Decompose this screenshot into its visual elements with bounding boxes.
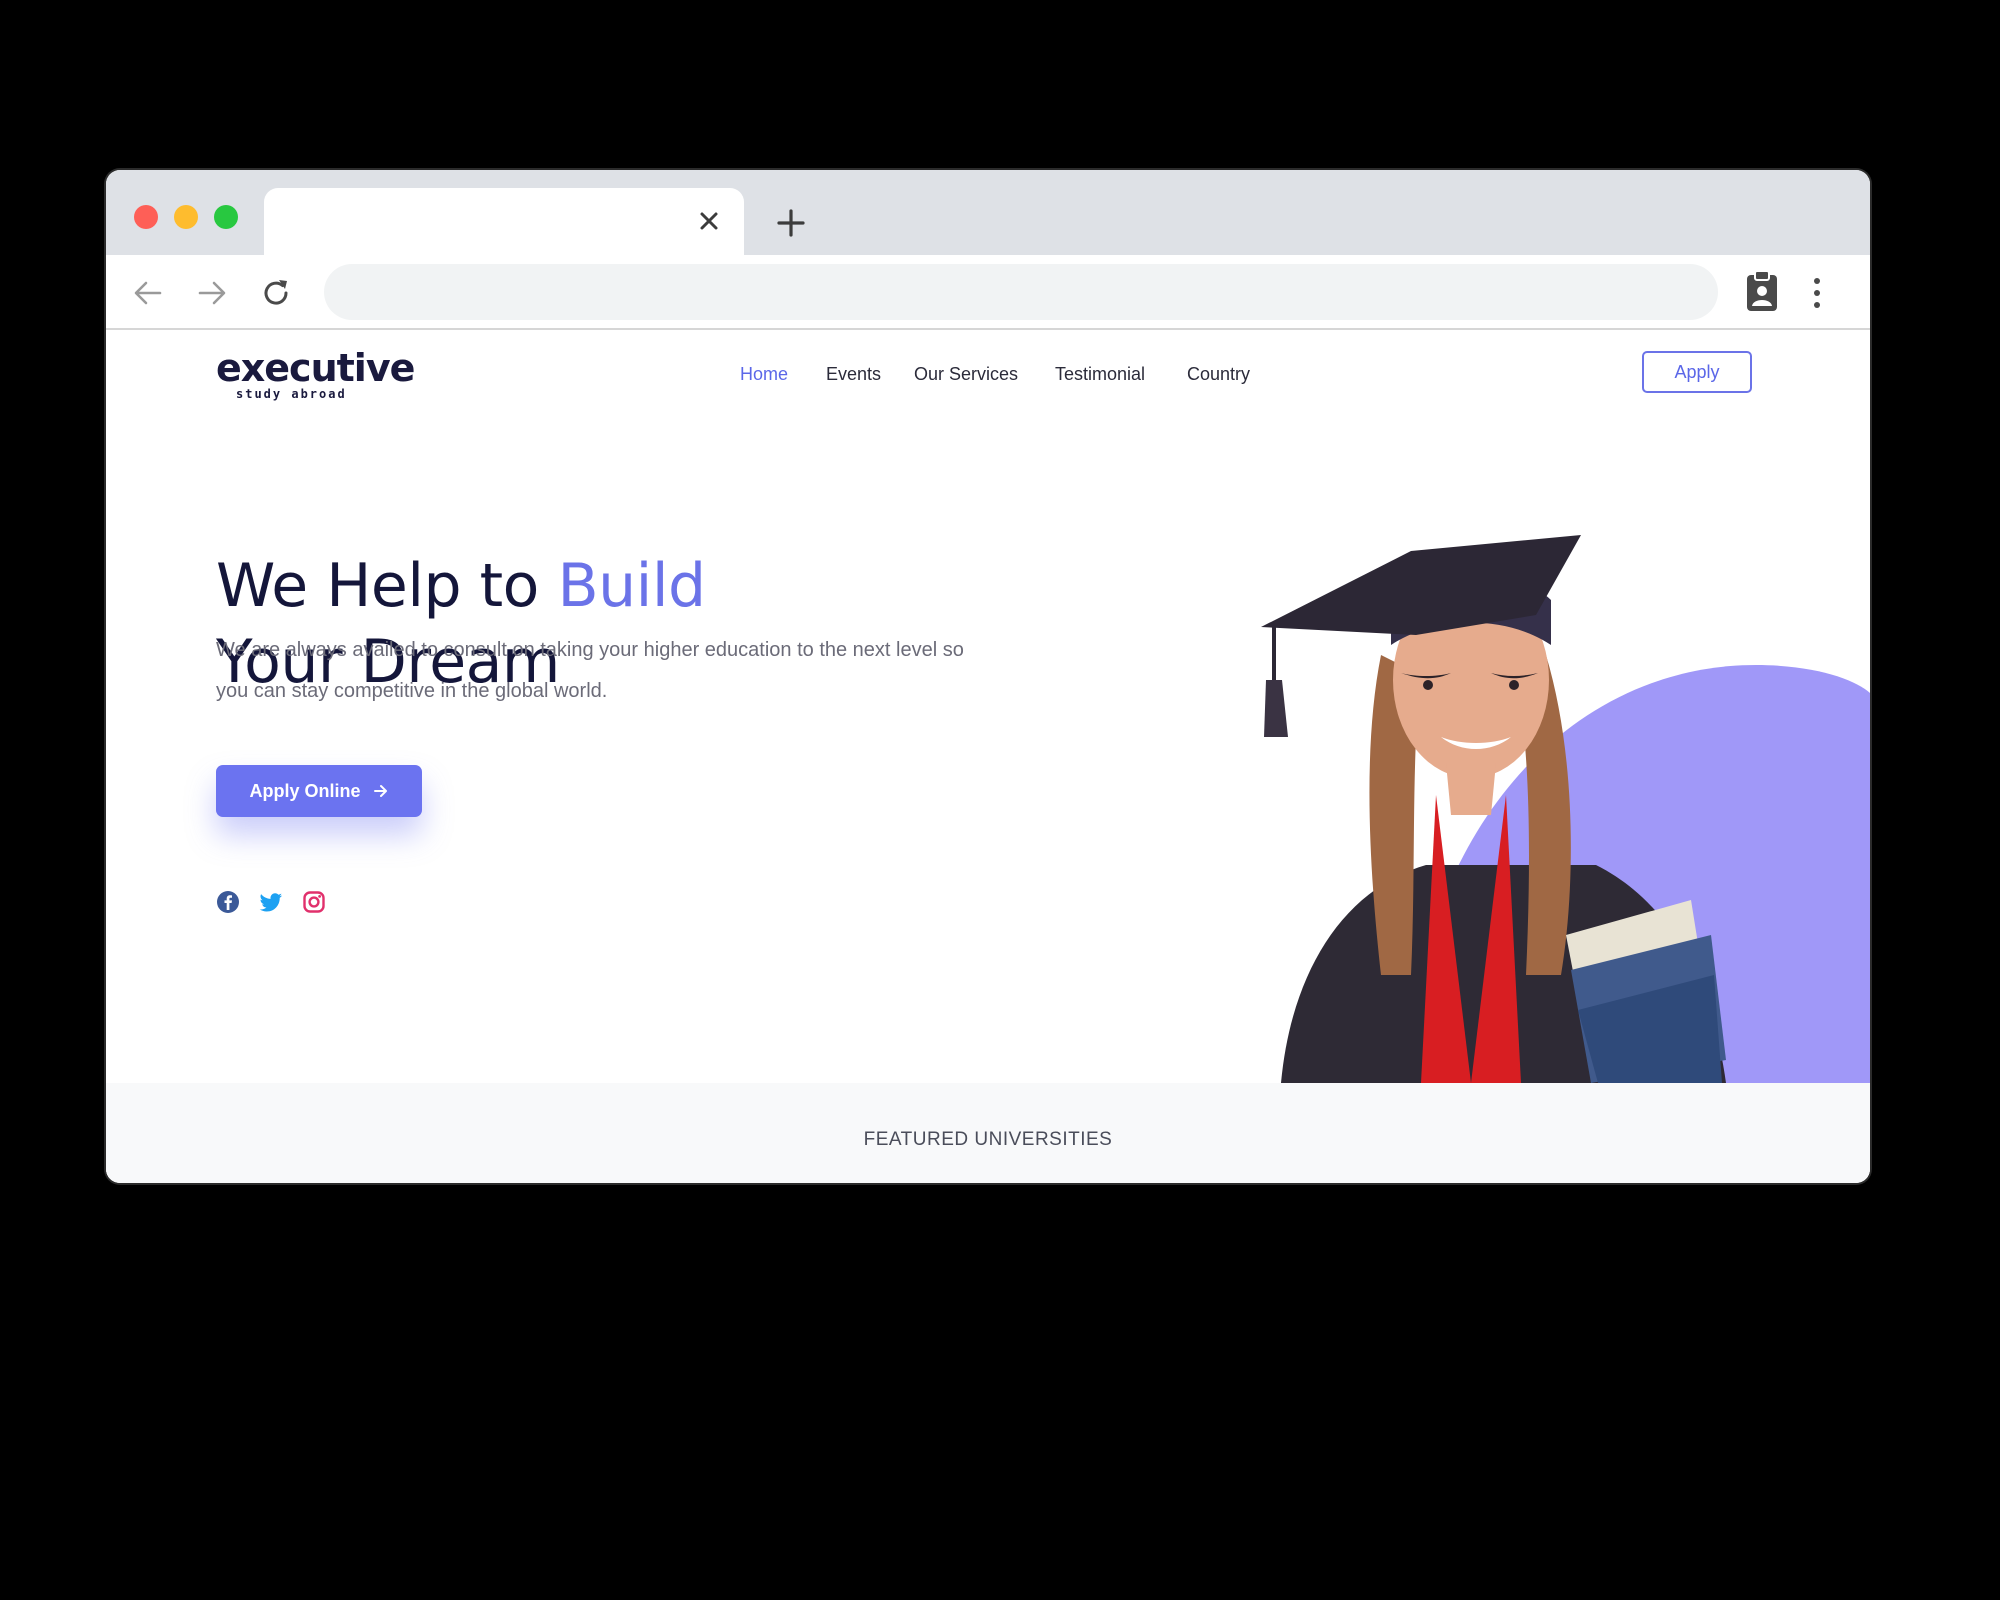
nav-home[interactable]: Home: [740, 364, 788, 385]
facebook-icon[interactable]: [216, 890, 240, 914]
reload-icon[interactable]: [258, 275, 294, 311]
back-arrow-icon[interactable]: [130, 275, 166, 311]
maximize-window-button[interactable]: [214, 205, 238, 229]
hero-title-accent: Build: [557, 551, 706, 621]
webpage: executive study abroad Home Events Our S…: [106, 330, 1870, 1183]
hero-title-part1: We Help to: [216, 551, 558, 621]
minimize-window-button[interactable]: [174, 205, 198, 229]
close-window-button[interactable]: [134, 205, 158, 229]
close-icon[interactable]: [694, 206, 724, 236]
apply-online-label: Apply Online: [249, 780, 361, 801]
site-logo[interactable]: executive study abroad: [216, 346, 415, 400]
apply-button[interactable]: Apply: [1642, 351, 1752, 393]
address-bar[interactable]: [324, 264, 1718, 320]
featured-universities-section: FEATURED UNIVERSITIES: [106, 1083, 1870, 1183]
graduate-student-image: [1261, 535, 1870, 1083]
nav-events[interactable]: Events: [826, 364, 881, 385]
browser-window: executive study abroad Home Events Our S…: [106, 170, 1870, 1183]
instagram-icon[interactable]: [302, 890, 326, 914]
forward-arrow-icon[interactable]: [194, 275, 230, 311]
more-vert-icon[interactable]: [1810, 275, 1824, 311]
nav-testimonial[interactable]: Testimonial: [1055, 364, 1145, 385]
apply-online-button[interactable]: Apply Online: [216, 765, 422, 817]
logo-wordmark: executive: [216, 346, 415, 390]
arrow-right-icon: [373, 785, 387, 797]
featured-universities-title: FEATURED UNIVERSITIES: [863, 1129, 1113, 1150]
browser-toolbar: [106, 255, 1870, 330]
nav-our-services[interactable]: Our Services: [914, 364, 1018, 385]
hero-description: We are always availed to consult on taki…: [216, 639, 964, 702]
browser-tab[interactable]: [264, 188, 744, 255]
nav-country[interactable]: Country: [1187, 364, 1250, 385]
tab-bar: [106, 170, 1870, 255]
twitter-icon[interactable]: [259, 890, 283, 914]
clipboard-account-icon[interactable]: [1744, 269, 1780, 313]
new-tab-icon[interactable]: [774, 206, 808, 240]
